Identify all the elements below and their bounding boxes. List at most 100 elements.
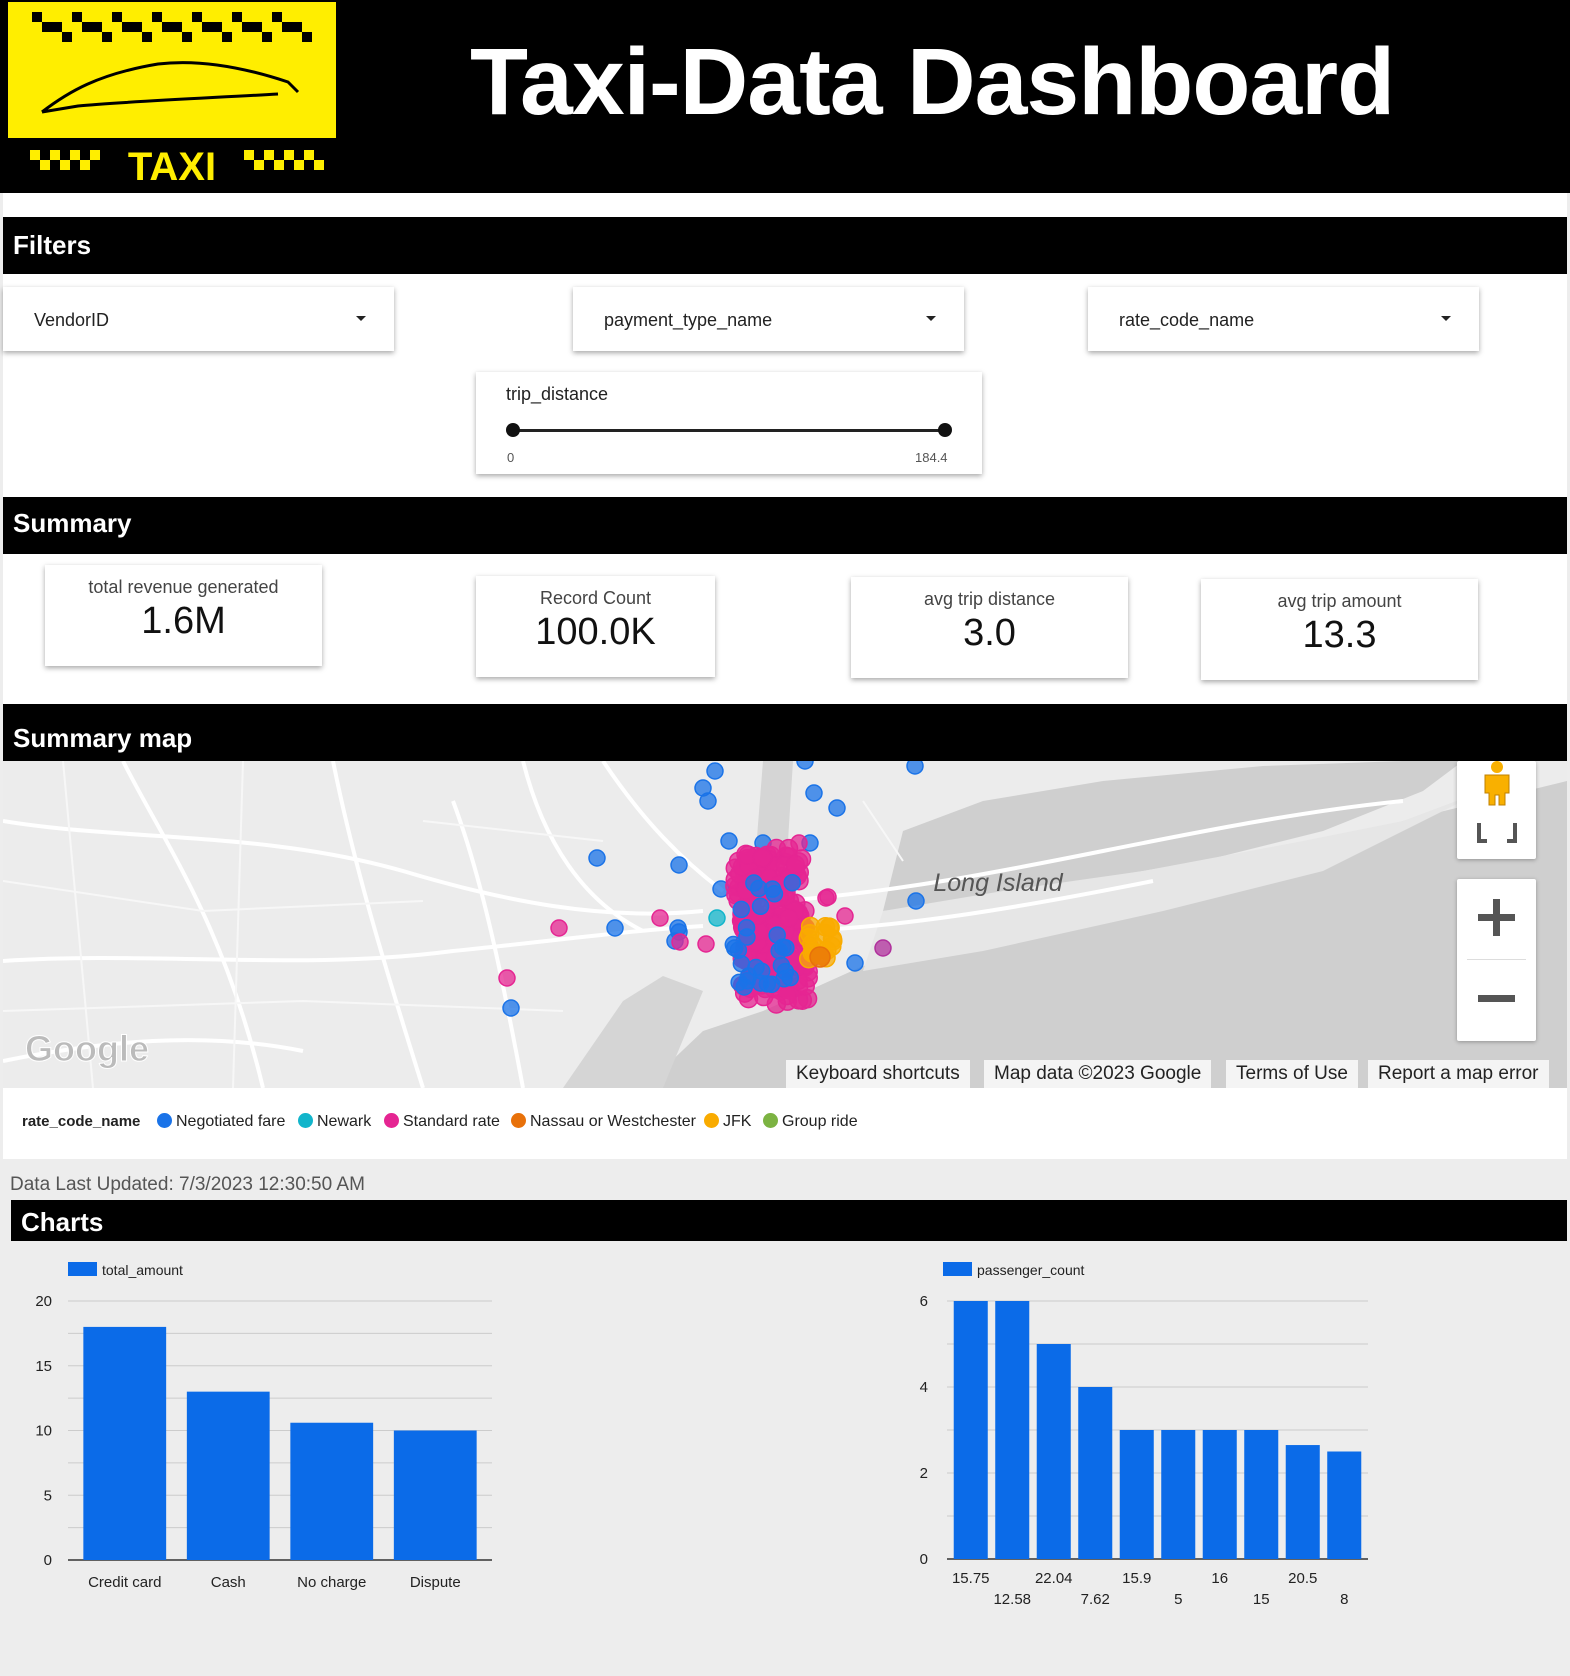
x-tick-label: 22.04	[1035, 1570, 1073, 1587]
map-point	[751, 897, 770, 916]
bar	[1244, 1430, 1279, 1559]
bar	[953, 1301, 988, 1559]
passenger-count-bar-chart: passenger_count 0 2 4 6 15.7512.5822.04 7.62 15…	[920, 1262, 1368, 1608]
x-tick-label: 12.58	[993, 1591, 1031, 1608]
zoom-out-button[interactable]	[1457, 960, 1536, 1041]
x-tick-label: 15	[1253, 1591, 1270, 1608]
map-point	[651, 909, 669, 927]
map-point	[770, 942, 788, 960]
map-data-attribution: Map data ©2023 Google	[984, 1060, 1212, 1088]
map-point	[699, 792, 717, 810]
pegman-icon[interactable]	[1479, 761, 1515, 806]
zoom-in-button[interactable]	[1457, 879, 1536, 959]
x-tick-label: 20.5	[1288, 1570, 1317, 1587]
slider-min-handle[interactable]	[506, 423, 520, 437]
legend-dot	[763, 1113, 778, 1128]
map-point	[606, 919, 624, 937]
map-point	[708, 909, 726, 927]
x-tick-label: 16	[1211, 1570, 1228, 1587]
zoom-control	[1457, 879, 1536, 1041]
map-point	[809, 946, 831, 968]
y-tick-label: 10	[35, 1423, 52, 1440]
map-point	[800, 916, 821, 937]
map-point	[785, 854, 805, 875]
legend-dot	[298, 1113, 313, 1128]
map-point	[819, 888, 837, 906]
keyboard-shortcuts-link[interactable]: Keyboard shortcuts	[786, 1060, 970, 1088]
payment-type-filter[interactable]: payment_type_name	[573, 287, 964, 351]
kpi-total-revenue: total revenue generated 1.6M	[45, 565, 322, 666]
map-point	[550, 919, 568, 937]
y-tick-label: 0	[44, 1552, 52, 1569]
bar	[1327, 1451, 1362, 1559]
legend-label: total_amount	[102, 1262, 183, 1278]
bar	[83, 1326, 167, 1560]
vendorid-filter-label: VendorID	[34, 310, 110, 330]
map-point	[766, 994, 787, 1014]
section-charts-header: Charts	[11, 1200, 1567, 1241]
legend-item: Nassau or Westchester	[511, 1113, 696, 1131]
bar	[995, 1301, 1030, 1559]
bar	[1119, 1430, 1154, 1559]
page-title: Taxi-Data Dashboard	[470, 29, 1395, 135]
legend-item: Negotiated fare	[157, 1113, 285, 1131]
bar	[393, 1430, 477, 1560]
map-point	[752, 848, 773, 868]
map-point	[502, 999, 520, 1017]
map-point	[588, 849, 606, 867]
map-point	[828, 799, 846, 817]
legend-dot	[157, 1113, 172, 1128]
svg-text:TAXI: TAXI	[128, 145, 216, 188]
slider-track	[513, 429, 945, 432]
chevron-down-icon	[926, 316, 936, 321]
map-point	[907, 892, 925, 910]
y-tick-label: 5	[44, 1487, 52, 1504]
map-point	[836, 907, 854, 925]
bar	[1036, 1344, 1071, 1559]
kpi-value: 1.6M	[141, 600, 226, 642]
rate-code-filter[interactable]: rate_code_name	[1088, 287, 1479, 351]
bar	[290, 1422, 374, 1560]
bar	[1202, 1430, 1237, 1559]
section-filters-header: Filters	[3, 217, 1567, 274]
taxi-logo: TAXI	[8, 2, 336, 188]
slider-max-handle[interactable]	[938, 423, 952, 437]
bar	[1078, 1387, 1113, 1559]
map-legend-title: rate_code_name	[22, 1113, 141, 1130]
y-tick-label: 2	[920, 1465, 928, 1482]
map-point	[763, 880, 782, 898]
section-summary-map-header: Summary map	[3, 704, 1567, 761]
chevron-down-icon	[356, 316, 366, 321]
map-point	[783, 873, 802, 892]
map-point	[706, 762, 724, 780]
slider-max-value: 184.4	[915, 450, 948, 465]
payment-type-filter-label: payment_type_name	[604, 310, 773, 330]
legend-label: passenger_count	[977, 1262, 1085, 1278]
y-tick-label: 4	[920, 1379, 928, 1396]
y-tick-label: 15	[35, 1358, 52, 1375]
map-point	[846, 954, 864, 972]
kpi-value: 100.0K	[535, 611, 656, 653]
map-point	[671, 933, 689, 951]
vendorid-filter[interactable]: VendorID	[3, 287, 394, 351]
summary-map[interactable]: Long Island Google	[3, 761, 1567, 1088]
map-point	[720, 832, 738, 850]
x-tick-label: 15.75	[952, 1570, 990, 1587]
bar	[186, 1391, 270, 1560]
y-tick-label: 20	[35, 1293, 52, 1310]
minus-icon	[1478, 995, 1515, 1002]
legend-dot	[384, 1113, 399, 1128]
legend-dot	[511, 1113, 526, 1128]
map-place-label: Long Island	[933, 869, 1063, 897]
map-point	[874, 939, 892, 957]
map-point	[772, 956, 791, 975]
report-map-error-link[interactable]: Report a map error	[1368, 1060, 1549, 1088]
y-tick-label: 0	[920, 1551, 928, 1568]
kpi-record-count: Record Count 100.0K	[476, 576, 715, 677]
x-tick-label: 5	[1174, 1591, 1182, 1608]
terms-of-use-link[interactable]: Terms of Use	[1226, 1060, 1358, 1088]
y-tick-label: 6	[920, 1293, 928, 1310]
bar	[1161, 1430, 1196, 1559]
legend-item: Group ride	[763, 1113, 858, 1131]
fullscreen-icon[interactable]	[1477, 821, 1517, 845]
